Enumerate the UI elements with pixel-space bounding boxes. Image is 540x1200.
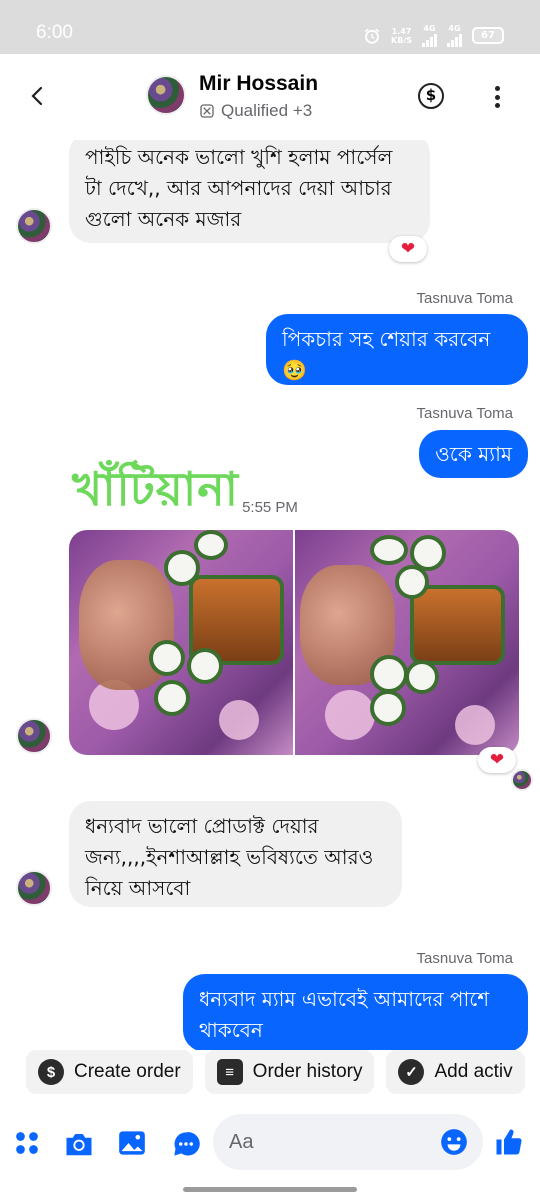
incoming-message[interactable]: ধন্যবাদ ভালো প্রোডাক্ট দেয়ার জন্য,,,,ইন… — [69, 801, 402, 907]
timestamp: 5:55 PM — [242, 499, 298, 516]
create-order-button[interactable]: $ Create order — [26, 1050, 193, 1094]
message-text: ধন্যবাদ ভালো প্রোডাক্ট দেয়ার জন্য,,,,ইন… — [85, 814, 374, 900]
signal-2: 4G — [447, 24, 462, 47]
camera-icon[interactable] — [64, 1130, 94, 1158]
avatar[interactable] — [146, 75, 186, 115]
like-icon[interactable] — [494, 1127, 524, 1157]
heart-reaction[interactable]: ❤ — [389, 236, 427, 262]
tag-icon — [200, 104, 214, 118]
sender-name: Tasnuva Toma — [416, 290, 513, 307]
message-text: পাইচি অনেক ভালো খুশি হলাম পার্সেল টা দেখ… — [85, 145, 393, 231]
avatar[interactable] — [16, 870, 52, 906]
list-icon: ≡ — [216, 1059, 243, 1085]
sender-name: Tasnuva Toma — [416, 405, 513, 422]
chip-label: Add activ — [434, 1061, 513, 1082]
more-options-icon[interactable] — [494, 86, 500, 108]
add-activity-button[interactable]: ✓ Add activ — [386, 1050, 525, 1094]
status-bar: 6:00 1.47 KB/S 4G 4G 67 — [0, 0, 540, 54]
incoming-message[interactable]: পাইচি অনেক ভালো খুশি হলাম পার্সেল টা দেখ… — [69, 140, 430, 243]
outgoing-message[interactable]: পিকচার সহ শেয়ার করবেন 🥹 — [266, 314, 528, 385]
menu-grid-icon[interactable] — [14, 1130, 40, 1156]
quick-actions: $ Create order ≡ Order history ✓ Add act… — [0, 1050, 540, 1106]
contact-labels[interactable]: Qualified +3 — [199, 101, 312, 121]
message-composer: Aa — [0, 1110, 540, 1176]
outgoing-message[interactable]: ওকে ম্যাম — [419, 430, 528, 478]
avatar[interactable] — [16, 208, 52, 244]
order-history-button[interactable]: ≡ Order history — [204, 1050, 375, 1094]
product-photo[interactable] — [69, 530, 293, 755]
battery-indicator: 67 — [472, 27, 504, 44]
outgoing-message[interactable]: ধন্যবাদ ম্যাম এভাবেই আমাদের পাশে থাকবেন — [183, 974, 528, 1050]
message-list[interactable]: পাইচি অনেক ভালো খুশি হলাম পার্সেল টা দেখ… — [0, 140, 540, 1050]
chip-label: Order history — [252, 1061, 363, 1082]
alarm-icon — [364, 28, 380, 44]
status-icons: 1.47 KB/S 4G 4G 67 — [363, 24, 504, 47]
network-speed: 1.47 KB/S — [391, 26, 412, 45]
gallery-icon[interactable] — [118, 1130, 146, 1156]
payment-button[interactable]: $ — [418, 83, 444, 109]
heart-reaction[interactable]: ❤ — [478, 747, 516, 773]
dollar-icon: $ — [38, 1059, 64, 1085]
avatar[interactable] — [16, 718, 52, 754]
check-circle-icon: ✓ — [398, 1059, 425, 1085]
read-receipt-avatar — [511, 769, 533, 791]
contact-label-text: Qualified +3 — [221, 101, 313, 120]
contact-name[interactable]: Mir Hossain — [199, 72, 318, 96]
sender-name: Tasnuva Toma — [416, 950, 513, 967]
message-text: ধন্যবাদ ম্যাম এভাবেই আমাদের পাশে থাকবেন — [199, 987, 490, 1042]
message-text: ওকে ম্যাম — [435, 442, 512, 466]
photo-attachments[interactable] — [69, 530, 519, 755]
conversation-header: Mir Hossain Qualified +3 $ — [0, 54, 540, 140]
signal-1: 4G — [422, 24, 437, 47]
home-indicator[interactable] — [183, 1187, 357, 1192]
back-arrow-icon[interactable] — [26, 84, 50, 108]
brand-watermark: খাঁটিয়ানা — [72, 462, 240, 516]
message-text: পিকচার সহ শেয়ার করবেন — [282, 327, 491, 351]
chip-label: Create order — [74, 1061, 181, 1082]
saved-replies-icon[interactable] — [172, 1130, 200, 1158]
status-time: 6:00 — [36, 22, 73, 43]
product-photo[interactable] — [295, 530, 519, 755]
emoji: 🥹 — [282, 358, 307, 382]
emoji-icon[interactable] — [440, 1128, 468, 1156]
